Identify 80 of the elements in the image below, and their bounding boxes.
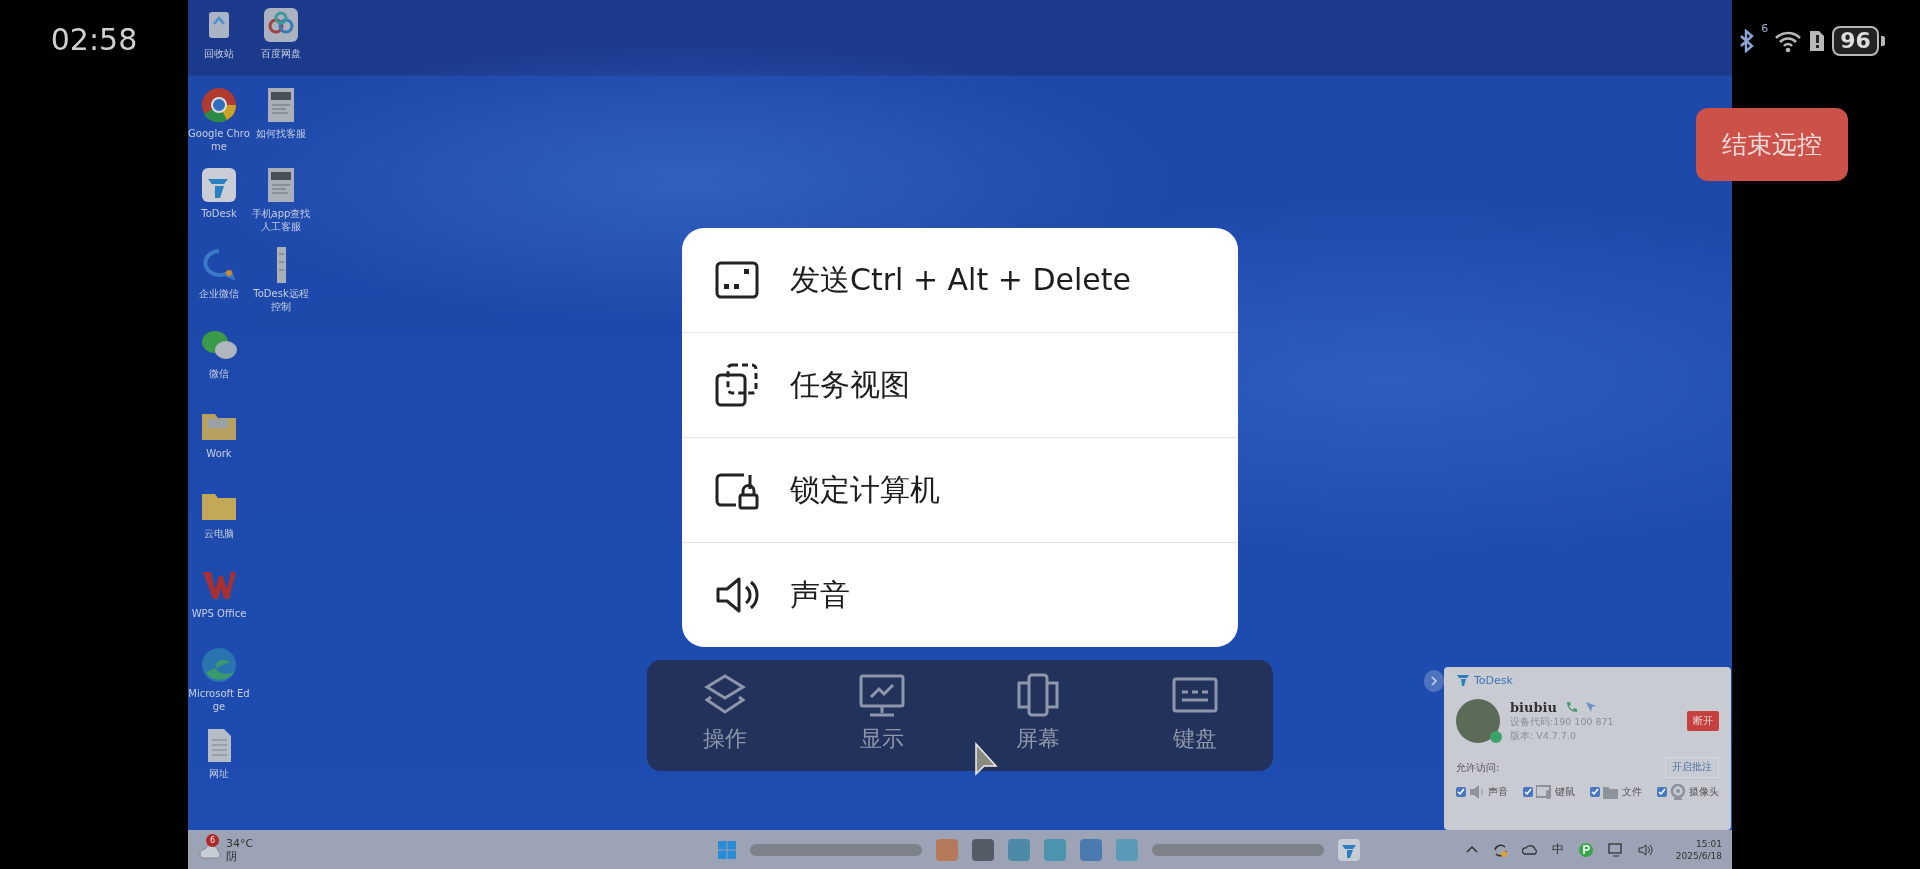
pointer-icon — [1584, 701, 1597, 713]
disconnect-button[interactable]: 断开 — [1687, 711, 1719, 731]
phone-icon — [1564, 701, 1577, 713]
checkbox[interactable] — [1523, 787, 1533, 797]
panel-title: ToDesk — [1474, 673, 1513, 687]
monitor-icon — [857, 672, 906, 718]
app-tray-icon[interactable] — [1577, 841, 1594, 858]
clock-time: 15:01 — [1696, 837, 1722, 850]
webcam-icon — [1670, 784, 1686, 800]
folder-icon — [1603, 784, 1619, 800]
chevron-up-icon[interactable] — [1465, 845, 1478, 854]
icon-label: Google Chrome — [188, 127, 250, 153]
icon-label: 回收站 — [204, 47, 234, 60]
taskbar-app-icon[interactable] — [1080, 838, 1102, 861]
checkbox[interactable] — [1590, 787, 1600, 797]
check-icon — [1457, 788, 1465, 796]
start-menu-icon[interactable] — [718, 840, 736, 859]
wifi-standard-label: 6 — [1761, 22, 1769, 35]
speaker-icon[interactable] — [1637, 841, 1654, 858]
browser-icon — [200, 646, 238, 684]
chevron-icon — [1429, 676, 1439, 686]
permission-label: 声音 — [1488, 785, 1508, 799]
icon-label: 如何找客服 — [256, 127, 306, 140]
permission-label: 键鼠 — [1555, 785, 1575, 799]
menu-item[interactable]: 锁定计算机 — [682, 438, 1238, 542]
checkbox[interactable] — [1657, 787, 1667, 797]
taskbar-app-icon[interactable] — [1008, 838, 1030, 861]
app-logo-icon[interactable] — [1338, 838, 1360, 861]
access-label: 允许访问: — [1456, 760, 1500, 775]
sim-alert-icon — [1808, 29, 1827, 53]
document-thumbnail-icon — [276, 246, 286, 284]
keyboard-mouse-icon — [1536, 784, 1552, 800]
battery-level: 96 — [1832, 26, 1879, 56]
weather-text: 阴 — [226, 849, 238, 863]
user-name: biubiu — [1510, 699, 1557, 715]
task-view-icon — [714, 362, 760, 408]
app-logo-icon — [1456, 673, 1470, 687]
collapse-button[interactable] — [1424, 670, 1444, 692]
check-icon — [1591, 788, 1599, 796]
input-method-indicator[interactable]: 中 — [1551, 841, 1564, 858]
menu-item[interactable]: 发送Ctrl + Alt + Delete — [682, 228, 1238, 332]
icon-label: ToDesk — [201, 207, 237, 220]
speaker-icon — [1469, 784, 1485, 800]
icon-label: 云电脑 — [204, 527, 234, 540]
wifi-icon — [1774, 29, 1803, 53]
toolbar-button[interactable]: 键盘 — [1116, 660, 1273, 771]
battery-tip — [1880, 36, 1885, 46]
browser-icon — [200, 86, 238, 124]
icon-label: WPS Office — [191, 607, 247, 620]
icon-label: 百度网盘 — [261, 47, 301, 60]
icon-label: ToDesk远程控制 — [252, 287, 310, 313]
toolbar-button[interactable]: 操作 — [647, 660, 804, 771]
clock-date: 2025/6/18 — [1675, 849, 1722, 862]
icon-label: 手机app查找人工客服 — [250, 207, 312, 233]
menu-item[interactable]: 声音 — [682, 543, 1238, 647]
icon-label: Microsoft Edge — [188, 687, 250, 713]
taskbar-app-icon[interactable] — [972, 838, 994, 861]
toolbar-button[interactable]: 显示 — [803, 660, 960, 771]
icon-label: Work — [206, 447, 232, 460]
mouse-cursor-icon — [974, 742, 1000, 778]
checkbox[interactable] — [1456, 787, 1466, 797]
icon-label: 企业微信 — [199, 287, 239, 300]
menu-item[interactable]: 任务视图 — [682, 333, 1238, 437]
check-icon — [1658, 788, 1666, 796]
cloud-drive-icon — [262, 6, 300, 44]
check-icon — [1524, 788, 1532, 796]
permission-label: 文件 — [1622, 785, 1642, 799]
permission-label: 摄像头 — [1689, 785, 1719, 799]
icon-label: 微信 — [209, 367, 229, 380]
monitor-icon[interactable] — [1607, 841, 1624, 858]
toolbar-button[interactable]: 屏幕 — [960, 660, 1117, 771]
annotate-button[interactable]: 开启批注 — [1665, 757, 1719, 778]
icon-label: 网址 — [209, 767, 229, 780]
app-logo-icon — [200, 166, 238, 204]
version-text: 版本: V4.7.7.0 — [1510, 729, 1577, 743]
notification-badge: 6 — [206, 833, 219, 847]
end-remote-button[interactable]: 结束远控 — [1696, 108, 1848, 181]
status-bar-time: 02:58 — [50, 22, 138, 58]
temperature-text: 34°C — [226, 836, 254, 850]
online-status-icon — [1490, 731, 1502, 743]
